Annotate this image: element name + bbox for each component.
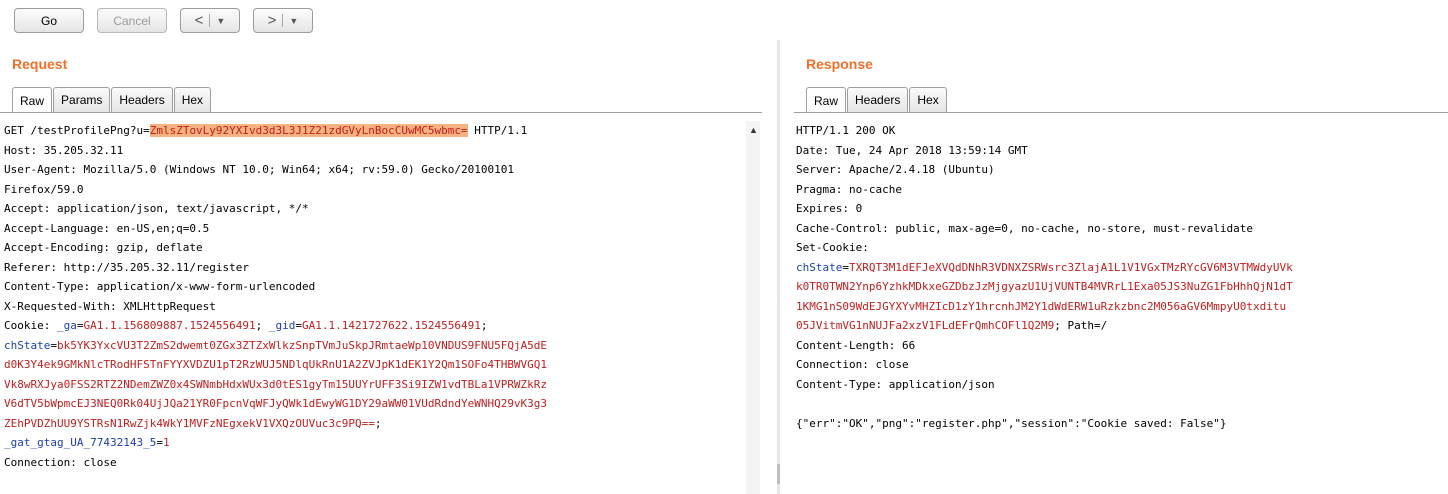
cookie-gat: _gat_gtag_UA_77432143_5=1: [4, 436, 170, 449]
tab-params[interactable]: Params: [53, 87, 111, 112]
cookie-value-chstate: d0K3Y4ek9GMkNlcTRodHFSTnFYYXVDZU1pT2RzWU…: [4, 358, 548, 371]
header-accept-encoding: Accept-Encoding: gzip, deflate: [4, 241, 203, 254]
tab-hex[interactable]: Hex: [173, 87, 212, 112]
pane-splitter[interactable]: [777, 40, 780, 494]
forward-arrow-icon: >: [267, 12, 277, 29]
header-user-agent: User-Agent: Mozilla/5.0 (Windows NT 10.0…: [4, 163, 514, 176]
request-scrollbar[interactable]: ▲: [746, 121, 760, 494]
back-arrow-icon: <: [194, 12, 204, 29]
header-accept-language: Accept-Language: en-US,en;q=0.5: [4, 221, 210, 235]
header-user-agent-cont: Firefox/59.0: [4, 182, 84, 196]
cookie-value-chstate-end: ZEhPVDZhUU9YSTRsN1RwZjk4WkY1MVFzNEgxekV1…: [4, 416, 382, 430]
header-connection: Connection: close: [796, 358, 909, 371]
request-title: Request: [12, 56, 68, 72]
forward-button[interactable]: > ▼: [253, 8, 313, 33]
header-pragma: Pragma: no-cache: [796, 182, 902, 196]
header-x-requested-with: X-Requested-With: XMLHttpRequest: [4, 299, 216, 313]
header-referer: Referer: http://35.205.32.11/register: [4, 260, 250, 274]
cookie-key-ga: _ga: [56, 319, 77, 332]
response-tabs: Raw Headers Hex: [806, 87, 948, 113]
request-tabs: Raw Params Headers Hex: [12, 87, 212, 113]
button-separator: [282, 14, 284, 27]
set-cookie-value: 1KMG1nS09WdEJGYXYvMHZIcD1zY1hrcnhJM2Y1dW…: [796, 299, 1287, 313]
cookie-value-chstate: V6dTV5bWpmcEJ3NEQ0Rk04UjJQa21YR0FpcnVqWF…: [4, 397, 548, 410]
chevron-down-icon: ▼: [216, 15, 226, 26]
cookie-value-ga: GA1.1.156809887.1524556491: [83, 319, 256, 332]
set-cookie-key: chState: [796, 260, 843, 274]
request-line: GET /testProfilePng?u=ZmlsZTovLy92YXIvd3…: [4, 124, 528, 137]
request-editor[interactable]: GET /testProfilePng?u=ZmlsZTovLy92YXIvd3…: [4, 121, 744, 494]
cancel-button[interactable]: Cancel: [97, 8, 167, 33]
header-accept: Accept: application/json, text/javascrip…: [4, 202, 309, 215]
button-separator: [209, 14, 211, 27]
header-content-length: Content-Length: 66: [796, 338, 916, 352]
set-cookie-value: k0TR0TWN2Ynp6YzhkMDkxeGZDbzJzMjgyazU1UjV…: [796, 280, 1293, 293]
cookie-key-gid: _gid: [268, 319, 296, 332]
cookie-value-chstate: bk5YK3YxcVU3T2ZmS2dwemt0ZGx3ZTZxWlkzSnpT…: [56, 338, 548, 352]
selected-param-value: ZmlsZTovLy92YXIvd3d3L3J1Z21zdGVyLnBocCUw…: [149, 124, 468, 137]
header-date: Date: Tue, 24 Apr 2018 13:59:14 GMT: [796, 143, 1028, 157]
tab-raw[interactable]: Raw: [12, 87, 53, 113]
header-host: Host: 35.205.32.11: [4, 143, 124, 157]
toolbar: Go Cancel < ▼ > ▼: [0, 0, 1448, 40]
tab-divider: [0, 112, 762, 113]
go-button-label: Go: [40, 13, 57, 28]
tab-headers[interactable]: Headers: [847, 87, 909, 112]
tab-divider: [794, 112, 1448, 113]
go-button[interactable]: Go: [14, 8, 84, 33]
header-connection: Connection: close: [4, 455, 117, 469]
splitter-grip[interactable]: [777, 464, 780, 484]
tab-hex[interactable]: Hex: [909, 87, 947, 112]
header-content-type: Content-Type: application/x-www-form-url…: [4, 280, 316, 293]
scroll-up-icon[interactable]: ▲: [749, 125, 758, 135]
tab-raw[interactable]: Raw: [806, 87, 847, 113]
cookie-value-gid: GA1.1.1421727622.1524556491: [302, 319, 481, 332]
header-content-type: Content-Type: application/json: [796, 377, 995, 391]
header-expires: Expires: 0: [796, 202, 863, 215]
header-server: Server: Apache/2.4.18 (Ubuntu): [796, 163, 995, 176]
response-title: Response: [806, 56, 873, 72]
cancel-button-label: Cancel: [113, 13, 151, 28]
header-set-cookie: Set-Cookie:: [796, 241, 869, 254]
header-cache-control: Cache-Control: public, max-age=0, no-cac…: [796, 221, 1253, 235]
chevron-down-icon: ▼: [289, 15, 299, 26]
set-cookie-value-end: 05JVitmVG1nNUJFa2xzV1FLdEFrQmhCOFl1Q2M9;…: [796, 319, 1108, 332]
tab-headers[interactable]: Headers: [111, 87, 173, 112]
cookie-value-chstate: Vk8wRXJya0FSS2RTZ2NDemZWZ0x4SWNmbHdxWUx3…: [4, 377, 548, 391]
header-cookie: Cookie: _ga=GA1.1.156809887.1524556491; …: [4, 319, 488, 332]
status-line: HTTP/1.1 200 OK: [796, 124, 896, 137]
back-button[interactable]: < ▼: [180, 8, 240, 33]
cookie-key-chstate: chState: [4, 338, 51, 352]
response-editor[interactable]: HTTP/1.1 200 OK Date: Tue, 24 Apr 2018 1…: [796, 121, 1448, 494]
response-body: {"err":"OK","png":"register.php","sessio…: [796, 416, 1227, 430]
set-cookie-value: TXRQT3M1dEFJeXVQdDNhR3VDNXZSRWsrc3ZlajA1…: [848, 260, 1293, 274]
